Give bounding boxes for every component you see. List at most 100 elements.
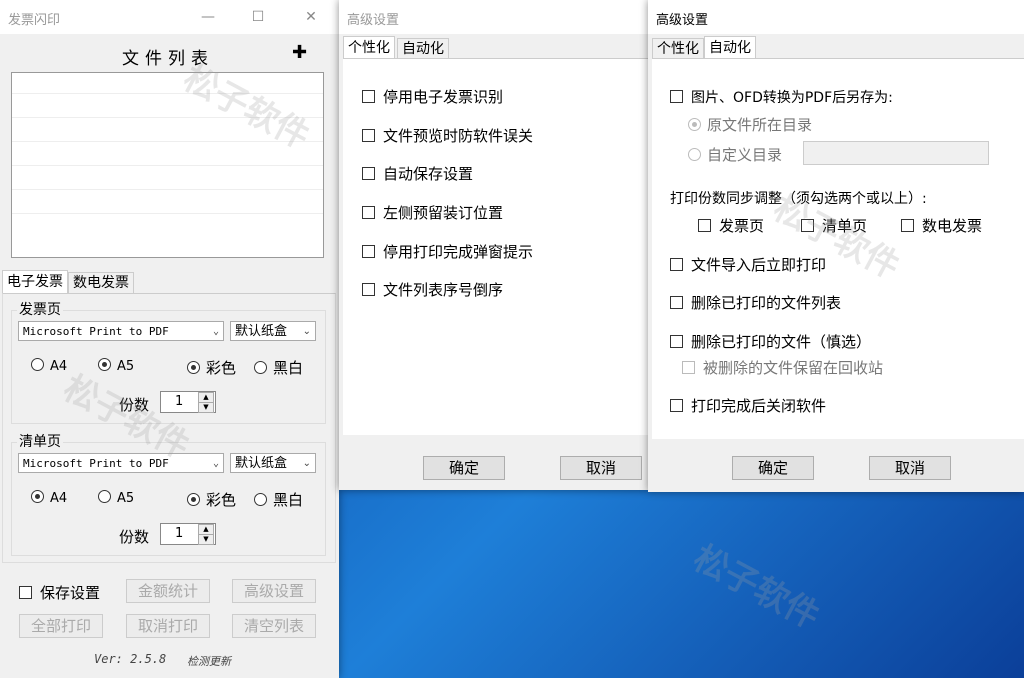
option-label: 自定义目录: [707, 146, 783, 164]
invoice-copies-label: 份数: [119, 396, 150, 414]
sync-digital-invoice[interactable]: 数电发票: [901, 215, 982, 236]
radio-icon: [254, 361, 267, 374]
list-color[interactable]: 彩色: [187, 489, 236, 510]
list-copies-stepper[interactable]: 1 ▲ ▼: [160, 523, 216, 545]
cancel-button[interactable]: 取消: [560, 456, 642, 480]
option-autosave[interactable]: 自动保存设置: [362, 163, 473, 184]
option-disable-recognition[interactable]: 停用电子发票识别: [362, 86, 503, 107]
invoice-tray-value: 默认纸盒: [235, 324, 288, 339]
option-label: 删除已打印的文件列表: [691, 294, 842, 312]
list-size-a4-label: A4: [50, 491, 68, 506]
checkbox-icon: [801, 219, 814, 232]
ok-button[interactable]: 确定: [732, 456, 814, 480]
save-settings-checkbox[interactable]: 保存设置: [19, 582, 100, 603]
advanced-dialog-personalize: 高级设置 个性化 自动化 停用电子发票识别 文件预览时防软件误关 自动保存设置 …: [339, 0, 648, 490]
watermark: 松子软件: [686, 538, 826, 638]
checkbox-icon: [670, 90, 683, 103]
option-reverse-order[interactable]: 文件列表序号倒序: [362, 279, 503, 300]
option-keep-in-recycle-bin[interactable]: 被删除的文件保留在回收站: [682, 357, 883, 378]
checkbox-icon: [670, 399, 683, 412]
invoice-size-a5-label: A5: [117, 359, 135, 374]
version-label: Ver: 2.5.8: [94, 652, 167, 666]
option-delete-printed-files[interactable]: 删除已打印的文件（慎选）: [670, 331, 871, 352]
invoice-color[interactable]: 彩色: [187, 357, 236, 378]
list-page-group-title: 清单页: [17, 431, 63, 451]
spin-down-icon[interactable]: ▼: [198, 534, 214, 545]
tab-personalize[interactable]: 个性化: [652, 38, 704, 60]
option-binding-margin[interactable]: 左侧预留装订位置: [362, 202, 503, 223]
checkbox-icon: [670, 258, 683, 271]
invoice-tray-select[interactable]: 默认纸盒 ⌄: [230, 321, 316, 341]
list-size-a5-label: A5: [117, 491, 135, 506]
invoice-copies-value: 1: [175, 394, 184, 409]
list-size-a5[interactable]: A5: [98, 490, 134, 506]
list-printer-select[interactable]: Microsoft Print to PDF ⌄: [18, 453, 224, 473]
close-icon[interactable]: ✕: [297, 4, 325, 30]
tab-automation[interactable]: 自动化: [397, 38, 449, 60]
personalize-dialog-title: 高级设置: [347, 13, 400, 28]
ok-button[interactable]: 确定: [423, 456, 505, 480]
checkbox-icon: [362, 90, 375, 103]
tab-electronic-invoice[interactable]: 电子发票: [2, 270, 68, 293]
radio-selected-icon: [187, 361, 200, 374]
checkbox-icon: [682, 361, 695, 374]
main-window: 发票闪印 — ☐ ✕ 文件列表 ✚ 电子发票 数电发票 发票页 Microsof…: [0, 0, 339, 678]
invoice-size-a5[interactable]: A5: [98, 358, 134, 374]
option-label: 清单页: [822, 217, 868, 235]
cancel-print-button[interactable]: 取消打印: [126, 614, 210, 638]
option-delete-printed-list[interactable]: 删除已打印的文件列表: [670, 292, 841, 313]
add-file-icon[interactable]: ✚: [292, 42, 307, 63]
amount-stats-button[interactable]: 金额统计: [126, 579, 210, 603]
invoice-printer-select[interactable]: Microsoft Print to PDF ⌄: [18, 321, 224, 341]
list-bw-label: 黑白: [273, 491, 304, 509]
option-label: 文件列表序号倒序: [383, 281, 504, 299]
invoice-size-a4-label: A4: [50, 359, 68, 374]
list-size-a4[interactable]: A4: [31, 490, 67, 506]
option-print-on-import[interactable]: 文件导入后立即打印: [670, 254, 826, 275]
radio-icon: [98, 490, 111, 503]
tab-automation[interactable]: 自动化: [704, 36, 756, 59]
tab-digital-invoice[interactable]: 数电发票: [68, 272, 134, 294]
print-all-button[interactable]: 全部打印: [19, 614, 103, 638]
option-label: 删除已打印的文件（慎选）: [691, 333, 872, 351]
option-label: 数电发票: [922, 217, 983, 235]
clear-list-button[interactable]: 清空列表: [232, 614, 316, 638]
checkbox-icon: [362, 283, 375, 296]
spin-down-icon[interactable]: ▼: [198, 402, 214, 413]
automation-titlebar: 高级设置: [648, 0, 1024, 34]
list-bw[interactable]: 黑白: [254, 489, 303, 510]
invoice-copies-stepper[interactable]: 1 ▲ ▼: [160, 391, 216, 413]
list-tray-select[interactable]: 默认纸盒 ⌄: [230, 453, 316, 473]
sync-list-page[interactable]: 清单页: [801, 215, 867, 236]
invoice-size-a4[interactable]: A4: [31, 358, 67, 374]
option-label: 文件导入后立即打印: [691, 256, 827, 274]
option-close-after-print[interactable]: 打印完成后关闭软件: [670, 395, 826, 416]
custom-dir-input[interactable]: [803, 141, 989, 165]
save-as-custom-dir[interactable]: 自定义目录: [688, 144, 782, 165]
save-as-original-dir[interactable]: 原文件所在目录: [688, 114, 812, 135]
option-disable-popup[interactable]: 停用打印完成弹窗提示: [362, 241, 533, 262]
radio-icon: [254, 493, 267, 506]
tab-personalize[interactable]: 个性化: [343, 36, 395, 59]
advanced-settings-button[interactable]: 高级设置: [232, 579, 316, 603]
maximize-icon[interactable]: ☐: [244, 4, 272, 30]
chevron-down-icon: ⌄: [302, 458, 311, 469]
check-update-link[interactable]: 检测更新: [187, 653, 231, 669]
main-titlebar: 发票闪印 — ☐ ✕: [0, 0, 339, 34]
file-list[interactable]: [11, 72, 324, 258]
main-window-title: 发票闪印: [8, 13, 61, 28]
option-save-as[interactable]: 图片、OFD转换为PDF后另存为:: [670, 87, 893, 107]
invoice-bw[interactable]: 黑白: [254, 357, 303, 378]
minimize-icon[interactable]: —: [194, 4, 222, 30]
sync-invoice-page[interactable]: 发票页: [698, 215, 764, 236]
option-preview-guard[interactable]: 文件预览时防软件误关: [362, 125, 533, 146]
checkbox-icon: [901, 219, 914, 232]
cancel-button[interactable]: 取消: [869, 456, 951, 480]
checkbox-icon: [670, 296, 683, 309]
option-label: 停用打印完成弹窗提示: [383, 243, 534, 261]
list-color-label: 彩色: [206, 491, 237, 509]
file-list-title: 文件列表: [122, 49, 214, 69]
invoice-page-group-title: 发票页: [17, 299, 63, 319]
personalize-titlebar: 高级设置: [339, 0, 648, 34]
sync-copies-label: 打印份数同步调整（须勾选两个或以上）:: [670, 191, 927, 207]
